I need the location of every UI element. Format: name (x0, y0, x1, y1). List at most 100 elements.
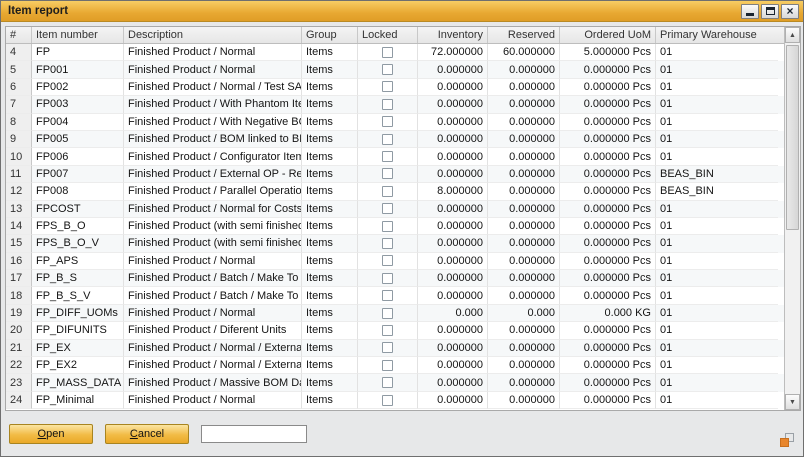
locked-checkbox[interactable] (382, 203, 393, 214)
locked-checkbox[interactable] (382, 47, 393, 58)
scroll-down-button[interactable]: ▼ (785, 394, 800, 410)
table-row[interactable]: 4FPFinished Product / NormalItems72.0000… (6, 44, 784, 61)
locked-cell (358, 253, 418, 270)
row-number-cell: 5 (6, 61, 32, 78)
item-number-cell: FPS_B_O (32, 218, 124, 235)
item-number-cell: FP_Minimal (32, 392, 124, 409)
cancel-button[interactable]: Cancel (105, 424, 189, 444)
locked-checkbox[interactable] (382, 134, 393, 145)
locked-checkbox[interactable] (382, 81, 393, 92)
group-cell: Items (302, 340, 358, 357)
description-cell: Finished Product / Normal (124, 253, 302, 270)
table-row[interactable]: 19FP_DIFF_UOMsFinished Product / NormalI… (6, 305, 784, 322)
col-header-inventory[interactable]: Inventory (418, 27, 488, 43)
col-header-locked[interactable]: Locked (358, 27, 418, 43)
description-cell: Finished Product / Normal (124, 392, 302, 409)
locked-checkbox[interactable] (382, 168, 393, 179)
open-button[interactable]: Open (9, 424, 93, 444)
row-number-cell: 11 (6, 166, 32, 183)
locked-checkbox[interactable] (382, 116, 393, 127)
row-number-cell: 8 (6, 114, 32, 131)
row-number-cell: 12 (6, 183, 32, 200)
reserved-cell: 0.000000 (488, 79, 560, 96)
locked-checkbox[interactable] (382, 360, 393, 371)
group-cell: Items (302, 148, 358, 165)
col-header-reserved[interactable]: Reserved (488, 27, 560, 43)
col-header-ordered-uom[interactable]: Ordered UoM (560, 27, 656, 43)
col-header-row-number[interactable]: # (6, 27, 32, 43)
table-row[interactable]: 22FP_EX2Finished Product / Normal / Exte… (6, 357, 784, 374)
description-cell: Finished Product / External OP - Recei (124, 166, 302, 183)
warehouse-cell: 01 (656, 357, 778, 374)
table-row[interactable]: 21FP_EXFinished Product / Normal / Exter… (6, 340, 784, 357)
table-row[interactable]: 24FP_MinimalFinished Product / NormalIte… (6, 392, 784, 409)
table-row[interactable]: 11FP007Finished Product / External OP - … (6, 166, 784, 183)
table-row[interactable]: 12FP008Finished Product / Parallel Opera… (6, 183, 784, 200)
table-row[interactable]: 5FP001Finished Product / NormalItems0.00… (6, 61, 784, 78)
locked-cell (358, 131, 418, 148)
inventory-cell: 0.000000 (418, 148, 488, 165)
locked-checkbox[interactable] (382, 290, 393, 301)
ordered-uom-cell: 0.000000 Pcs (560, 392, 656, 409)
table-row[interactable]: 16FP_APSFinished Product / NormalItems0.… (6, 253, 784, 270)
table-row[interactable]: 10FP006Finished Product / Configurator I… (6, 148, 784, 165)
inventory-cell: 0.000000 (418, 201, 488, 218)
table-row[interactable]: 8FP004Finished Product / With Negative B… (6, 114, 784, 131)
locked-checkbox[interactable] (382, 273, 393, 284)
locked-checkbox[interactable] (382, 238, 393, 249)
col-header-description[interactable]: Description (124, 27, 302, 43)
locked-checkbox[interactable] (382, 151, 393, 162)
locked-checkbox[interactable] (382, 64, 393, 75)
close-button[interactable]: × (781, 4, 799, 19)
description-cell: Finished Product / Normal / Test SAP I (124, 79, 302, 96)
group-cell: Items (302, 183, 358, 200)
locked-checkbox[interactable] (382, 255, 393, 266)
table-row[interactable]: 6FP002Finished Product / Normal / Test S… (6, 79, 784, 96)
locked-checkbox[interactable] (382, 377, 393, 388)
titlebar[interactable]: Item report × (1, 1, 803, 22)
inventory-cell: 0.000000 (418, 61, 488, 78)
locked-checkbox[interactable] (382, 186, 393, 197)
table-row[interactable]: 20FP_DIFUNITSFinished Product / Diferent… (6, 322, 784, 339)
form-settings-icon[interactable] (780, 433, 794, 447)
ordered-uom-cell: 0.000000 Pcs (560, 340, 656, 357)
scrollbar-thumb[interactable] (786, 45, 799, 230)
inventory-cell: 0.000000 (418, 322, 488, 339)
locked-cell (358, 148, 418, 165)
locked-checkbox[interactable] (382, 99, 393, 110)
footer-text-input[interactable] (201, 425, 307, 443)
table-row[interactable]: 9FP005Finished Product / BOM linked to B… (6, 131, 784, 148)
table-row[interactable]: 14FPS_B_OFinished Product (with semi fin… (6, 218, 784, 235)
warehouse-cell: 01 (656, 253, 778, 270)
ordered-uom-cell: 0.000000 Pcs (560, 374, 656, 391)
ordered-uom-cell: 0.000000 Pcs (560, 79, 656, 96)
locked-checkbox[interactable] (382, 308, 393, 319)
locked-checkbox[interactable] (382, 325, 393, 336)
reserved-cell: 0.000000 (488, 131, 560, 148)
warehouse-cell: 01 (656, 374, 778, 391)
ordered-uom-cell: 0.000000 Pcs (560, 61, 656, 78)
scroll-up-button[interactable]: ▲ (785, 27, 800, 43)
locked-checkbox[interactable] (382, 221, 393, 232)
inventory-cell: 0.000000 (418, 253, 488, 270)
locked-cell (358, 235, 418, 252)
table-row[interactable]: 15FPS_B_O_VFinished Product (with semi f… (6, 235, 784, 252)
ordered-uom-cell: 0.000000 Pcs (560, 201, 656, 218)
table-row[interactable]: 18FP_B_S_VFinished Product / Batch / Mak… (6, 287, 784, 304)
item-number-cell: FP_DIFF_UOMs (32, 305, 124, 322)
minimize-button[interactable] (741, 4, 759, 19)
vertical-scrollbar[interactable]: ▲ ▼ (784, 27, 800, 410)
description-cell: Finished Product / Configurator Item (124, 148, 302, 165)
table-row[interactable]: 13FPCOSTFinished Product / Normal for Co… (6, 201, 784, 218)
table-row[interactable]: 17FP_B_SFinished Product / Batch / Make … (6, 270, 784, 287)
table-row[interactable]: 23FP_MASS_DATAFinished Product / Massive… (6, 374, 784, 391)
col-header-primary-warehouse[interactable]: Primary Warehouse (656, 27, 778, 43)
maximize-button[interactable] (761, 4, 779, 19)
description-cell: Finished Product (with semi finished) / (124, 235, 302, 252)
col-header-item-number[interactable]: Item number (32, 27, 124, 43)
table-row[interactable]: 7FP003Finished Product / With Phantom It… (6, 96, 784, 113)
col-header-group[interactable]: Group (302, 27, 358, 43)
inventory-cell: 0.000000 (418, 235, 488, 252)
locked-checkbox[interactable] (382, 395, 393, 406)
locked-checkbox[interactable] (382, 342, 393, 353)
